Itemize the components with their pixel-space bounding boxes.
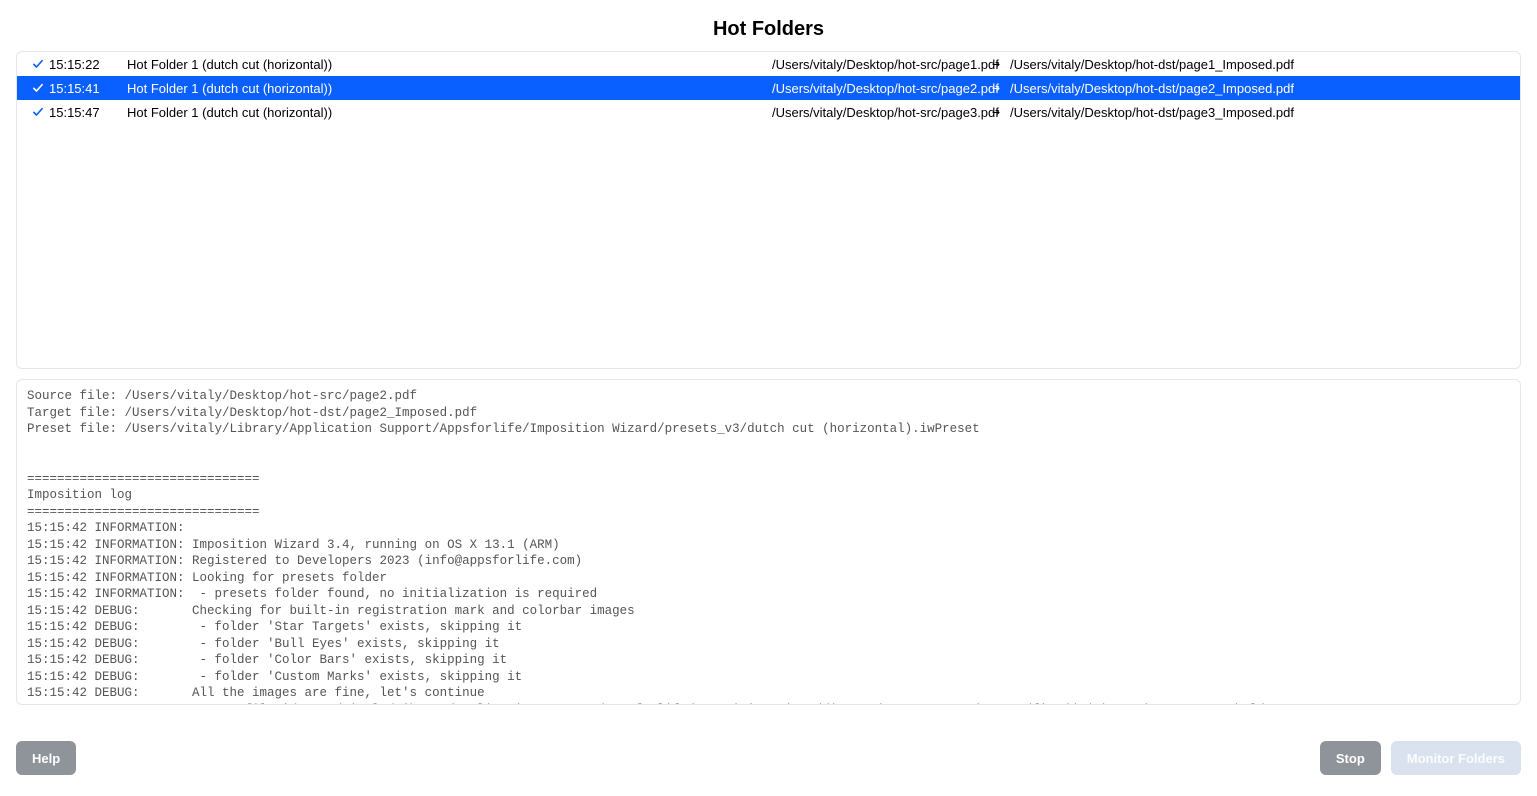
stop-button[interactable]: Stop [1320,741,1381,775]
check-icon [27,106,49,118]
row-source-path: /Users/vitaly/Desktop/hot-src/page2.pdf [772,81,982,96]
arrow-icon: → [982,57,1010,72]
row-source-path: /Users/vitaly/Desktop/hot-src/page1.pdf [772,57,982,72]
row-time: 15:15:41 [49,81,127,96]
row-source-path: /Users/vitaly/Desktop/hot-src/page3.pdf [772,105,982,120]
row-target-path: /Users/vitaly/Desktop/hot-dst/page3_Impo… [1010,105,1510,120]
table-row[interactable]: 15:15:41Hot Folder 1 (dutch cut (horizon… [17,76,1520,100]
check-icon [27,82,49,94]
row-time: 15:15:47 [49,105,127,120]
table-row[interactable]: 15:15:22Hot Folder 1 (dutch cut (horizon… [17,52,1520,76]
monitor-folders-button: Monitor Folders [1391,741,1521,775]
arrow-icon: → [982,81,1010,96]
table-row[interactable]: 15:15:47Hot Folder 1 (dutch cut (horizon… [17,100,1520,124]
row-time: 15:15:22 [49,57,127,72]
jobs-list[interactable]: 15:15:22Hot Folder 1 (dutch cut (horizon… [16,51,1521,369]
row-folder-name: Hot Folder 1 (dutch cut (horizontal)) [127,57,772,72]
row-folder-name: Hot Folder 1 (dutch cut (horizontal)) [127,81,772,96]
row-target-path: /Users/vitaly/Desktop/hot-dst/page2_Impo… [1010,81,1510,96]
page-title: Hot Folders [0,0,1537,51]
row-folder-name: Hot Folder 1 (dutch cut (horizontal)) [127,105,772,120]
check-icon [27,58,49,70]
arrow-icon: → [982,105,1010,120]
log-panel[interactable]: Source file: /Users/vitaly/Desktop/hot-s… [16,379,1521,705]
row-target-path: /Users/vitaly/Desktop/hot-dst/page1_Impo… [1010,57,1510,72]
help-button[interactable]: Help [16,741,76,775]
footer-bar: Help Stop Monitor Folders [0,732,1537,796]
log-text: Source file: /Users/vitaly/Desktop/hot-s… [17,380,1520,705]
